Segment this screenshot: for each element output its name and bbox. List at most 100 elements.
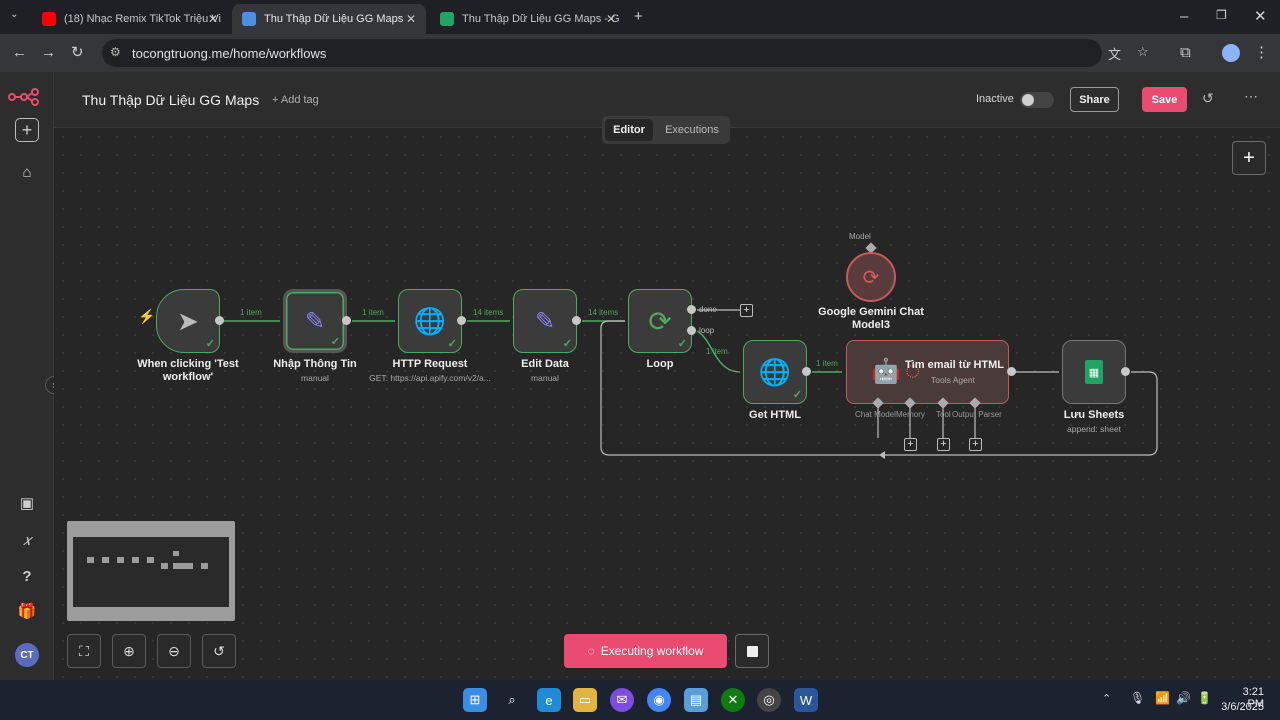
executing-workflow-button[interactable]: ◌ Executing workflow xyxy=(564,634,727,668)
node-edit-data[interactable]: ✎ ✓ xyxy=(513,289,577,353)
node-http-label: HTTP Request xyxy=(392,358,468,370)
pencil-icon: ✎ xyxy=(534,307,556,335)
history-icon[interactable]: ↺ xyxy=(1202,90,1214,107)
active-toggle[interactable] xyxy=(1020,92,1054,108)
node-agent[interactable]: 🤖 ◌ Tìm email từ HTML Tools Agent xyxy=(846,340,1009,404)
edge-browser-icon[interactable]: e xyxy=(537,688,561,712)
windows-start-icon[interactable]: ⊞ xyxy=(463,688,487,712)
zoom-in-button[interactable]: ⊕ xyxy=(112,634,146,668)
microphone-icon[interactable]: 🎙 xyxy=(1130,691,1145,705)
help-icon[interactable]: ? xyxy=(15,564,39,588)
messenger-icon[interactable]: ✉ xyxy=(610,688,634,712)
browser-menu-icon[interactable]: ⋮ xyxy=(1254,45,1269,60)
node-http-request[interactable]: 🌐 ✓ xyxy=(398,289,462,353)
new-tab-icon[interactable]: + xyxy=(634,9,643,24)
pencil-icon: ✎ xyxy=(304,307,326,335)
output-port[interactable] xyxy=(1007,367,1016,376)
create-icon[interactable]: + xyxy=(15,118,39,142)
app-icon[interactable]: ▤ xyxy=(684,688,708,712)
left-sidebar: + ⌂ › ▣ 𝑥 ? 🎁 CT xyxy=(0,72,63,680)
templates-icon[interactable]: ▣ xyxy=(15,491,39,515)
success-check-icon: ✓ xyxy=(562,338,572,350)
close-icon[interactable]: ✕ xyxy=(406,12,416,26)
agent-subports-lines xyxy=(877,403,976,438)
add-memory-icon[interactable]: + xyxy=(904,438,917,451)
battery-icon[interactable]: 🔋 xyxy=(1197,691,1212,705)
output-port[interactable] xyxy=(572,316,581,325)
output-port[interactable] xyxy=(457,316,466,325)
node-nhap-label: Nhập Thông Tin xyxy=(273,358,357,370)
extensions-icon[interactable]: ⧉ xyxy=(1180,45,1191,60)
tool-port-label: Tool xyxy=(936,410,951,419)
success-check-icon: ✓ xyxy=(330,336,340,348)
n8n-logo-icon[interactable] xyxy=(8,88,44,106)
add-parser-icon[interactable]: + xyxy=(969,438,982,451)
reload-icon[interactable]: ↻ xyxy=(71,45,84,60)
clock-date[interactable]: 3/6/2025 xyxy=(1216,701,1264,713)
add-tool-icon[interactable]: + xyxy=(937,438,950,451)
stop-icon xyxy=(746,645,758,657)
node-nhap-thong-tin[interactable]: ✎ ✓ xyxy=(283,289,347,353)
url-field[interactable]: ⚙ tocongtruong.me/home/workflows 文 ☆ xyxy=(102,39,1149,67)
forward-icon[interactable]: → xyxy=(41,45,56,60)
search-icon[interactable]: ⌕ xyxy=(500,688,524,712)
obs-icon[interactable]: ◎ xyxy=(757,688,781,712)
file-explorer-icon[interactable]: ▭ xyxy=(573,688,597,712)
more-options-icon[interactable]: ⋯ xyxy=(1244,88,1258,105)
home-icon[interactable]: ⌂ xyxy=(15,160,39,184)
zoom-out-button[interactable]: ⊖ xyxy=(157,634,191,668)
node-edit-label: Edit Data xyxy=(521,358,569,370)
node-get-html[interactable]: 🌐 ✓ xyxy=(743,340,807,404)
wifi-icon[interactable]: 📶 xyxy=(1155,691,1170,705)
node-gemini-model[interactable]: ⟳ xyxy=(846,252,896,302)
close-icon[interactable]: ✕ xyxy=(606,12,616,26)
volume-icon[interactable]: 🔊 xyxy=(1176,691,1191,705)
tab-label: Thu Thập Dữ Liệu GG Maps - G xyxy=(462,13,620,25)
output-port[interactable] xyxy=(1121,367,1130,376)
output-port[interactable] xyxy=(802,367,811,376)
output-port[interactable] xyxy=(215,316,224,325)
address-bar: ← → ↻ ⚙ tocongtruong.me/home/workflows 文… xyxy=(0,34,1280,72)
gift-icon[interactable]: 🎁 xyxy=(15,599,39,623)
tab-search-icon[interactable]: ⌄ xyxy=(10,10,18,20)
xbox-icon[interactable]: ✕ xyxy=(721,688,745,712)
restore-icon[interactable]: ❐ xyxy=(1216,9,1227,21)
add-tag-button[interactable]: + Add tag xyxy=(272,94,319,106)
translate-icon[interactable]: 文 xyxy=(1108,44,1121,63)
n8n-app: + ⌂ › ▣ 𝑥 ? 🎁 CT Thu Thập Dữ Liệu GG Map… xyxy=(0,72,1280,680)
minimap[interactable] xyxy=(67,521,235,621)
share-button[interactable]: Share xyxy=(1070,87,1119,112)
node-loop[interactable]: ⟳ ✓ xyxy=(628,289,692,353)
tray-chevron-icon[interactable]: ⌃ xyxy=(1102,692,1111,705)
memory-port-label: Memory xyxy=(896,410,925,419)
workflow-title[interactable]: Thu Thập Dữ Liệu GG Maps xyxy=(82,92,259,108)
fit-view-button[interactable]: ⛶ xyxy=(67,634,101,668)
minimize-icon[interactable]: – xyxy=(1180,9,1188,24)
site-info-icon[interactable]: ⚙ xyxy=(110,45,121,59)
variables-icon[interactable]: 𝑥 xyxy=(15,528,39,552)
workflow-canvas[interactable]: Editor Executions + ⚡ ➤ ✓ When clicking … xyxy=(54,116,1280,680)
bookmark-star-icon[interactable]: ☆ xyxy=(1137,44,1149,60)
back-icon[interactable]: ← xyxy=(12,45,27,60)
chat-model-port-label: Chat Model xyxy=(855,410,896,419)
browser-tab-sheets[interactable]: Thu Thập Dữ Liệu GG Maps - G ✕ xyxy=(430,4,626,34)
reset-zoom-button[interactable]: ↺ xyxy=(202,634,236,668)
close-window-icon[interactable]: ✕ xyxy=(1254,9,1267,24)
output-port[interactable] xyxy=(342,316,351,325)
google-gemini-icon: ⟳ xyxy=(862,266,880,289)
output-parser-port-label: Output Parser xyxy=(952,410,1002,419)
stop-execution-button[interactable] xyxy=(735,634,769,668)
add-after-done-icon[interactable]: + xyxy=(740,304,753,317)
browser-tab-n8n[interactable]: Thu Thập Dữ Liệu GG Maps ✕ xyxy=(232,4,426,34)
word-icon[interactable]: W xyxy=(794,688,818,712)
node-trigger[interactable]: ➤ ✓ xyxy=(156,289,220,353)
node-luu-sheets[interactable]: ▦ xyxy=(1062,340,1126,404)
chrome-icon[interactable]: ◉ xyxy=(647,688,671,712)
output-port-done[interactable] xyxy=(687,305,696,314)
profile-avatar[interactable] xyxy=(1222,44,1240,62)
save-button[interactable]: Save xyxy=(1142,87,1187,112)
browser-tab-youtube[interactable]: (18) Nhạc Remix TikTok Triệu Vi ✕ xyxy=(32,4,228,34)
close-icon[interactable]: ✕ xyxy=(208,12,218,26)
output-port-loop[interactable] xyxy=(687,326,696,335)
user-avatar[interactable]: CT xyxy=(15,643,39,667)
